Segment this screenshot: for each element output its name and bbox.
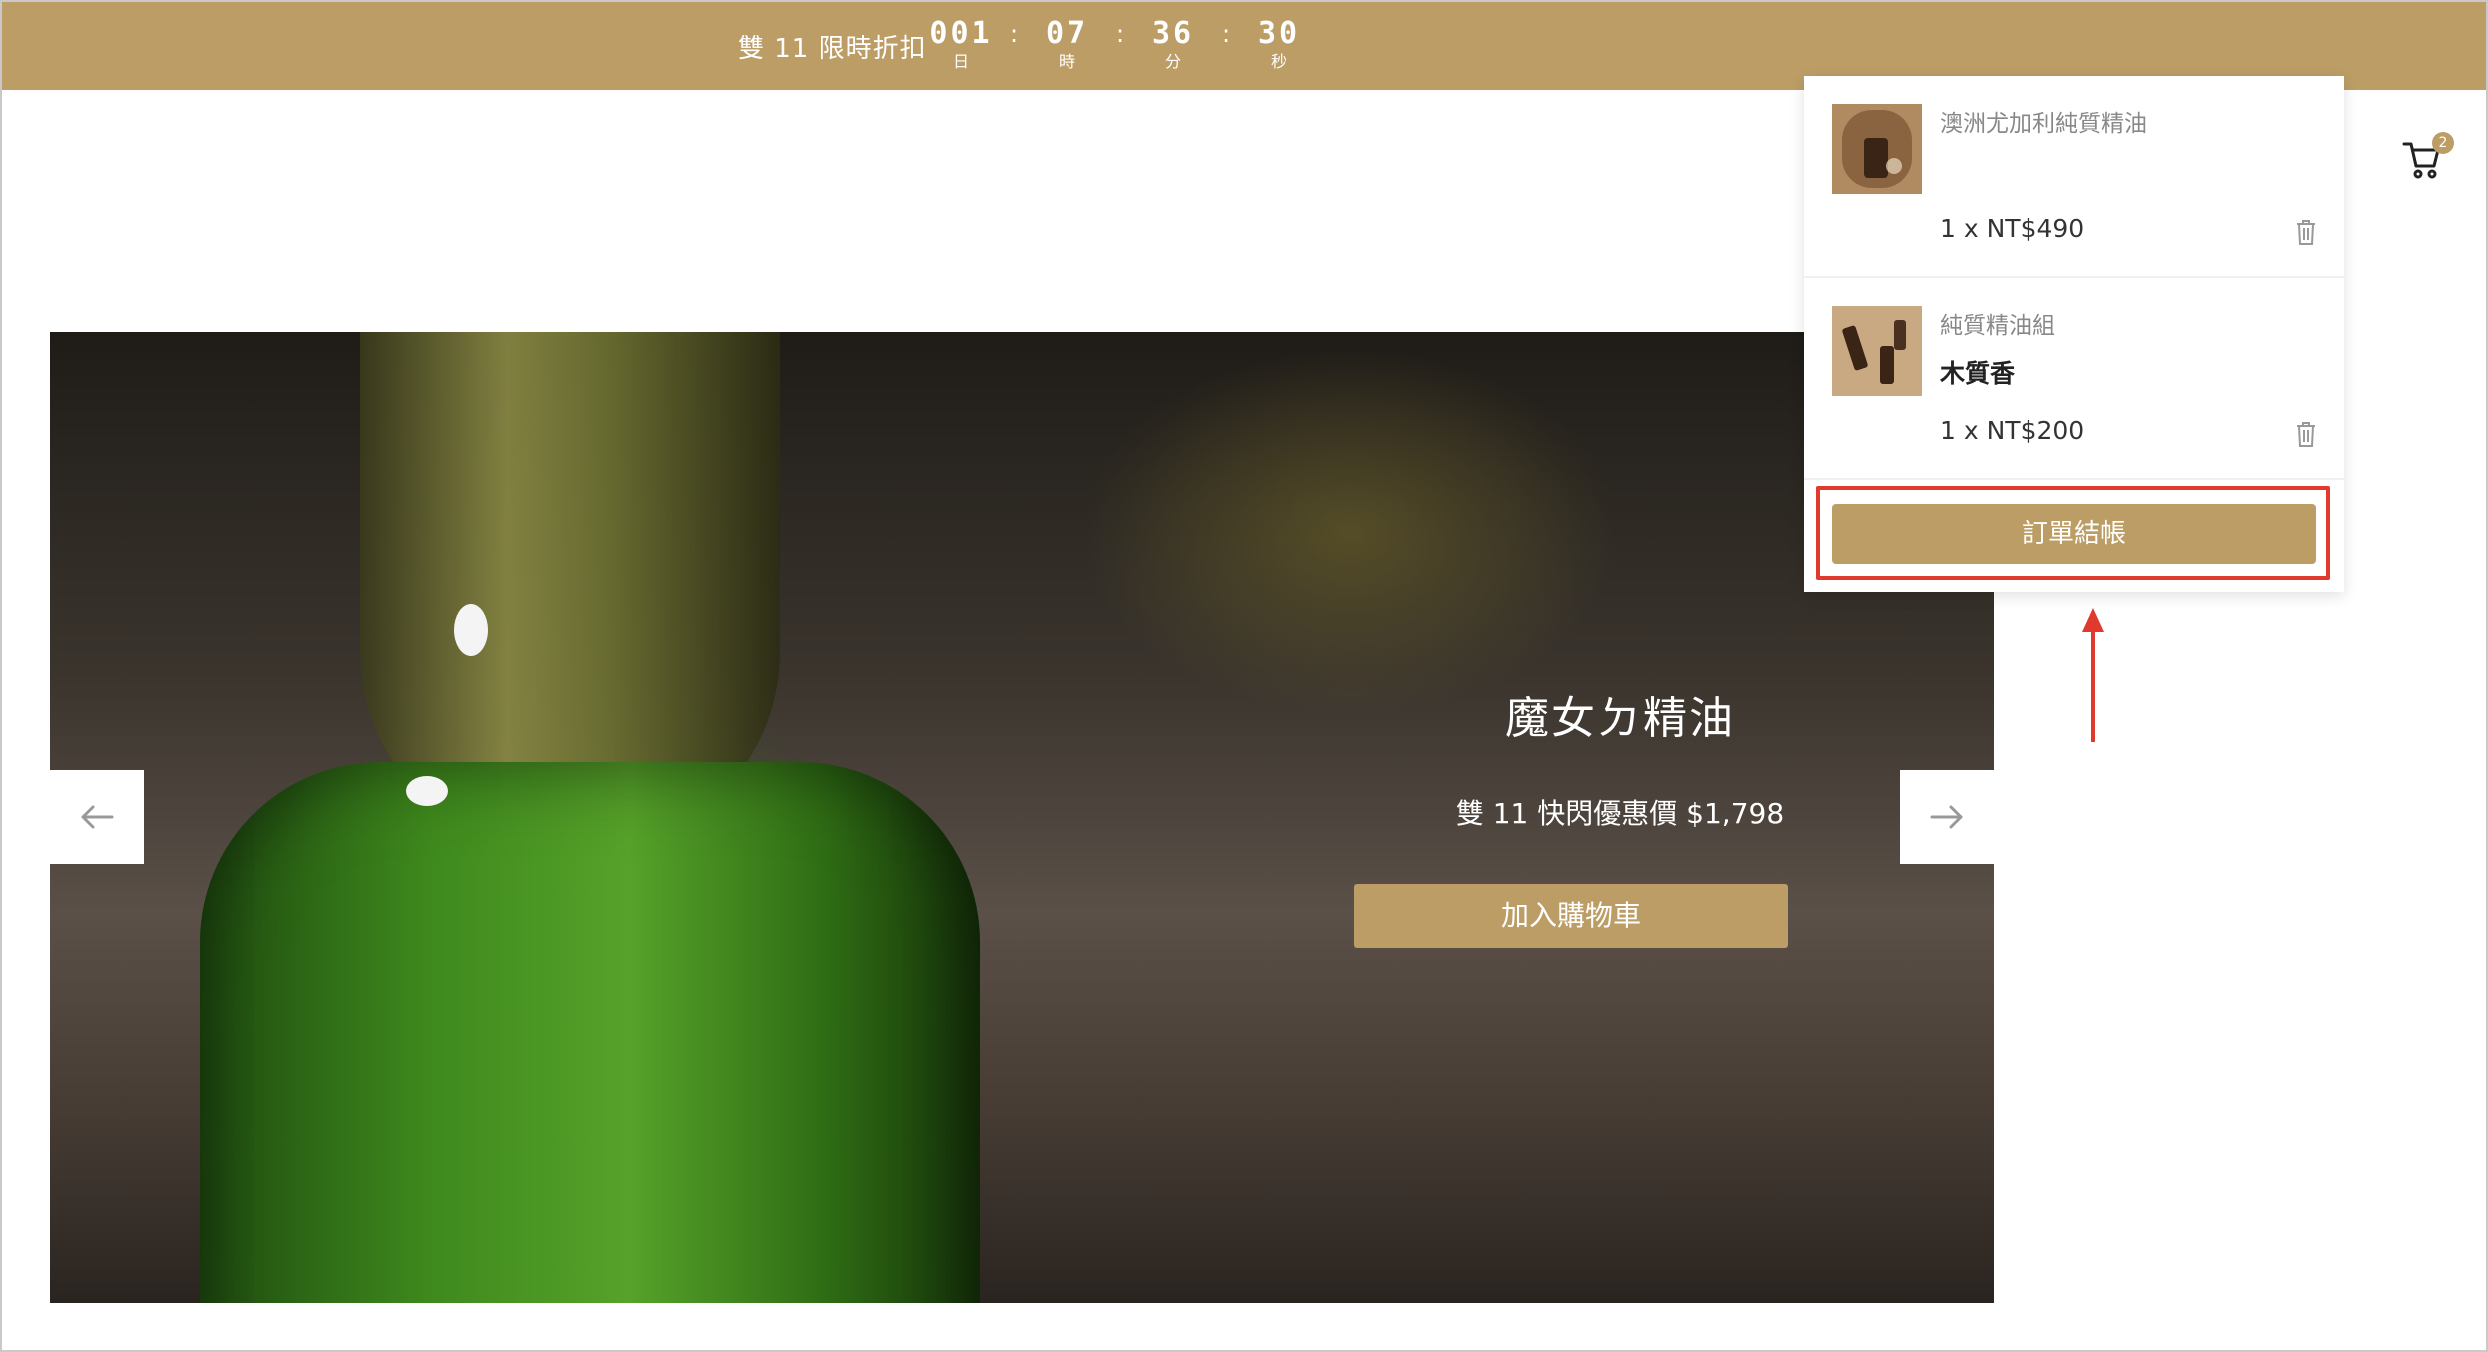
product-thumbnail[interactable] bbox=[1832, 306, 1922, 396]
header-cart-button[interactable]: 2 bbox=[2402, 130, 2454, 179]
countdown-days: 001 日 bbox=[916, 16, 1006, 72]
countdown-hours-value: 07 bbox=[1045, 16, 1089, 51]
cart-item: 澳洲尤加利純質精油 1 x NT$490 bbox=[1804, 76, 2344, 278]
countdown-minutes-unit: 分 bbox=[1164, 52, 1181, 71]
countdown-seconds: 30 秒 bbox=[1234, 16, 1324, 72]
countdown-seconds-value: 30 bbox=[1257, 16, 1301, 51]
hero-image-glare bbox=[406, 776, 448, 806]
hero-image-bottle bbox=[200, 762, 980, 1303]
countdown-separator: : bbox=[1010, 20, 1019, 48]
countdown-days-unit: 日 bbox=[952, 52, 969, 71]
cart-item: 純質精油組 木質香 1 x NT$200 bbox=[1804, 278, 2344, 480]
cart-count-badge: 2 bbox=[2432, 132, 2454, 154]
hero-banner: 魔女ㄉ精油 雙 11 快閃優惠價 $1,798 加入購物車 bbox=[50, 332, 1994, 1303]
trash-icon[interactable] bbox=[2294, 420, 2318, 448]
annotation-highlight-box bbox=[1816, 486, 2330, 580]
cart-item-name[interactable]: 純質精油組 bbox=[1940, 306, 2055, 340]
hero-image-glare bbox=[454, 604, 488, 656]
cart-item-name[interactable]: 澳洲尤加利純質精油 bbox=[1940, 104, 2147, 138]
countdown-minutes-value: 36 bbox=[1151, 16, 1195, 51]
hero-add-to-cart-button[interactable]: 加入購物車 bbox=[1354, 884, 1788, 948]
countdown-seconds-unit: 秒 bbox=[1270, 52, 1287, 71]
hero-price: 雙 11 快閃優惠價 $1,798 bbox=[1455, 797, 1785, 830]
cart-item-variant: 木質香 bbox=[1940, 359, 2016, 388]
countdown-separator: : bbox=[1222, 20, 1231, 48]
countdown-minutes: 36 分 bbox=[1128, 16, 1218, 72]
annotation-arrow-icon bbox=[2082, 608, 2104, 742]
product-thumbnail[interactable] bbox=[1832, 104, 1922, 194]
arrow-right-icon bbox=[1930, 805, 1963, 829]
carousel-prev-button[interactable] bbox=[50, 770, 144, 864]
countdown-hours-unit: 時 bbox=[1058, 52, 1075, 71]
cart-item-qty-price: 1 x NT$200 bbox=[1940, 416, 2085, 445]
trash-icon[interactable] bbox=[2294, 218, 2318, 246]
countdown-days-value: 001 bbox=[929, 16, 993, 51]
hero-product-title: 魔女ㄉ精油 bbox=[1505, 693, 1735, 744]
promo-label: 雙 11 限時折扣 bbox=[738, 34, 927, 64]
arrow-left-icon bbox=[81, 805, 114, 829]
carousel-next-button[interactable] bbox=[1900, 770, 1994, 864]
cart-item-qty-price: 1 x NT$490 bbox=[1940, 214, 2085, 243]
countdown-separator: : bbox=[1116, 20, 1125, 48]
countdown-hours: 07 時 bbox=[1022, 16, 1112, 72]
